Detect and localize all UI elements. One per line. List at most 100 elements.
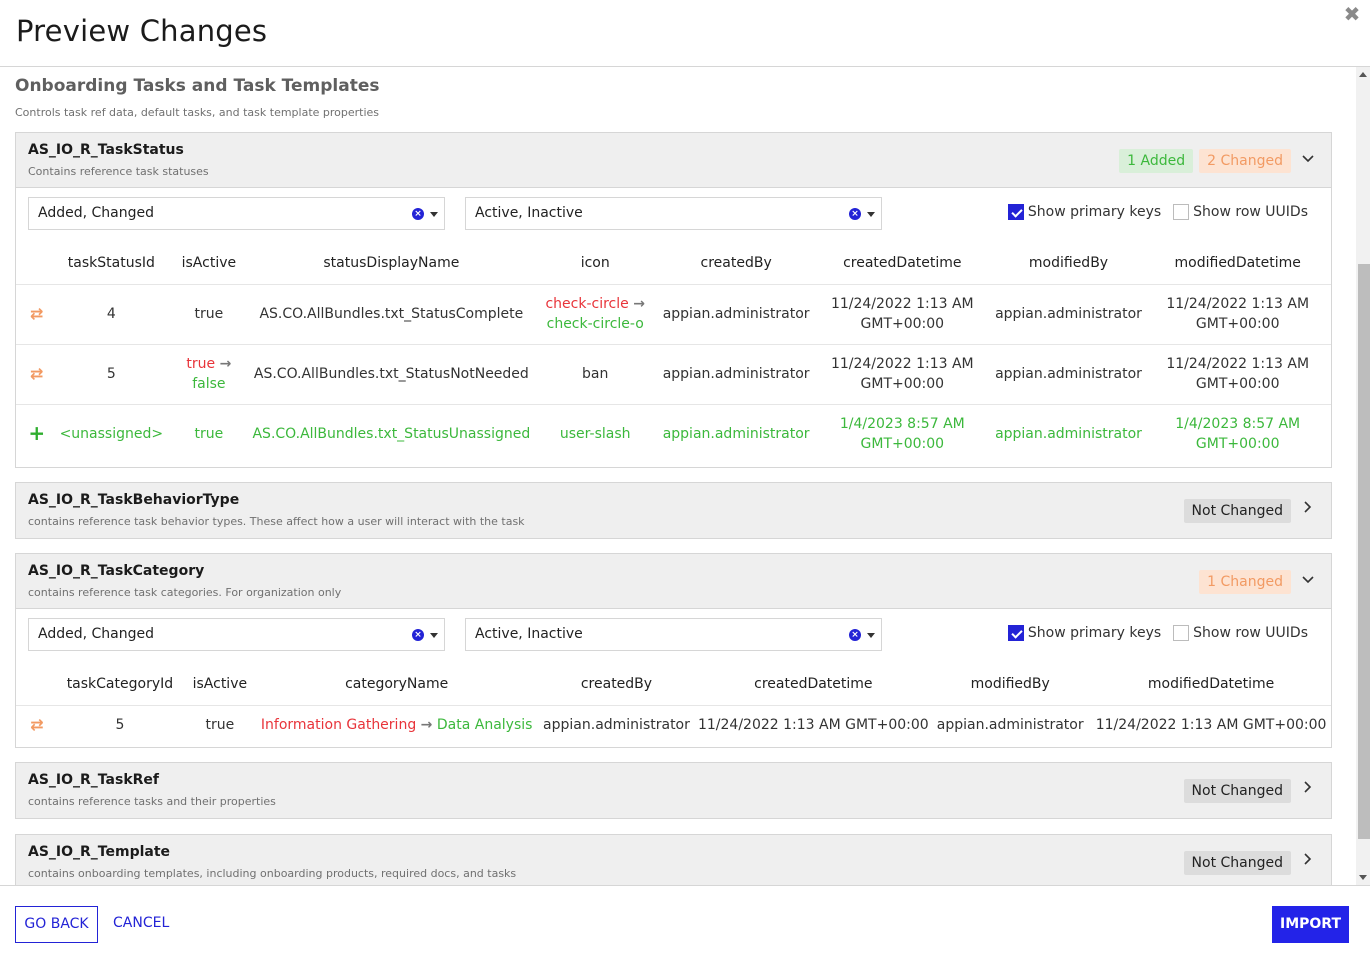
clear-filter-icon[interactable]: × bbox=[412, 208, 424, 220]
preview-changes-dialog: Preview Changes ✖ Onboarding Tasks and T… bbox=[0, 0, 1370, 958]
cell: 1/4/2023 8:57 AM GMT+00:00 bbox=[1144, 404, 1331, 464]
not-changed-badge: Not Changed bbox=[1183, 499, 1291, 523]
chevron-right-icon[interactable] bbox=[1301, 853, 1315, 869]
table-panel-template: AS_IO_R_Template contains onboarding tem… bbox=[15, 834, 1332, 885]
new-value: Data Analysis bbox=[436, 717, 533, 734]
change-type-filter-value: Added, Changed bbox=[38, 205, 154, 221]
changed-row-icon: ⇄ bbox=[30, 714, 44, 734]
chevron-down-icon[interactable] bbox=[1301, 151, 1315, 167]
not-changed-badge: Not Changed bbox=[1183, 851, 1291, 875]
added-count-badge: 1 Added bbox=[1119, 149, 1194, 173]
cancel-button[interactable]: CANCEL bbox=[113, 906, 169, 943]
clear-filter-icon[interactable]: × bbox=[849, 208, 861, 220]
arrow-right-icon: → bbox=[420, 717, 433, 734]
scroll-down-arrow-icon[interactable] bbox=[1359, 875, 1367, 880]
table-row: ⇄ 5 true → false AS.CO.AllBundles.txt_St… bbox=[16, 344, 1331, 405]
show-row-uuids-checkbox[interactable]: Show row UUIDs bbox=[1173, 625, 1308, 641]
panel-title: AS_IO_R_Template bbox=[28, 844, 171, 860]
panel-header[interactable]: AS_IO_R_TaskRef contains reference tasks… bbox=[16, 763, 1331, 818]
import-button[interactable]: IMPORT bbox=[1272, 906, 1349, 943]
datetime: 1/4/2023 8:57 AM bbox=[839, 416, 965, 433]
cell: user-slash bbox=[559, 426, 631, 443]
show-primary-keys-checkbox[interactable]: Show primary keys bbox=[1007, 625, 1162, 641]
timezone: GMT+00:00 bbox=[860, 376, 945, 392]
panel-header[interactable]: AS_IO_R_Template contains onboarding tem… bbox=[16, 835, 1331, 885]
column-header[interactable]: modifiedBy bbox=[992, 242, 1145, 285]
clear-filter-icon[interactable]: × bbox=[849, 629, 861, 641]
active-status-filter-value: Active, Inactive bbox=[475, 626, 583, 642]
scroll-up-arrow-icon[interactable] bbox=[1359, 72, 1367, 77]
change-type-filter-value: Added, Changed bbox=[38, 626, 154, 642]
timezone: GMT+00:00 bbox=[1195, 316, 1280, 332]
cell: AS.CO.AllBundles.txt_StatusUnassigned bbox=[252, 426, 531, 443]
table-row: ⇄ 4 true AS.CO.AllBundles.txt_StatusComp… bbox=[16, 284, 1331, 345]
chevron-right-icon[interactable] bbox=[1301, 501, 1315, 517]
checkbox-unchecked-icon[interactable] bbox=[1173, 204, 1190, 220]
table-panel-taskbehaviortype: AS_IO_R_TaskBehaviorType contains refere… bbox=[15, 482, 1332, 539]
panel-title: AS_IO_R_TaskBehaviorType bbox=[28, 492, 240, 508]
cell: appian.administrator bbox=[660, 344, 813, 405]
cell: 11/24/2022 1:13 AM GMT+00:00 bbox=[697, 717, 929, 734]
column-header[interactable]: icon bbox=[530, 242, 661, 285]
checkbox-checked-icon[interactable] bbox=[1007, 625, 1024, 641]
dialog-title: Preview Changes bbox=[16, 14, 268, 48]
cell: 11/24/2022 1:13 AM GMT+00:00 bbox=[1095, 717, 1327, 734]
taskstatus-table: taskStatusId isActive statusDisplayName … bbox=[16, 242, 1331, 464]
show-primary-keys-checkbox[interactable]: Show primary keys bbox=[1007, 204, 1162, 220]
checkbox-label: Show primary keys bbox=[1027, 204, 1162, 220]
active-status-filter[interactable]: Active, Inactive × bbox=[465, 618, 882, 651]
column-header[interactable]: modifiedDatetime bbox=[1144, 242, 1331, 285]
old-value: check-circle bbox=[545, 296, 629, 312]
datetime: 11/24/2022 1:13 AM bbox=[830, 356, 974, 372]
column-header[interactable]: createdDatetime bbox=[812, 242, 993, 285]
column-header[interactable]: modifiedDatetime bbox=[1091, 663, 1331, 706]
show-row-uuids-checkbox[interactable]: Show row UUIDs bbox=[1173, 204, 1308, 220]
panel-description: contains reference task categories. For … bbox=[28, 586, 342, 599]
panel-description: contains onboarding templates, including… bbox=[28, 867, 517, 880]
column-header-change bbox=[16, 242, 58, 285]
cell: appian.administrator bbox=[662, 426, 810, 443]
cell: appian.administrator bbox=[995, 426, 1142, 443]
panel-header[interactable]: AS_IO_R_TaskBehaviorType contains refere… bbox=[16, 483, 1331, 538]
panel-header[interactable]: AS_IO_R_TaskCategory contains reference … bbox=[16, 554, 1331, 609]
changed-count-badge: 1 Changed bbox=[1199, 570, 1291, 594]
active-status-filter[interactable]: Active, Inactive × bbox=[465, 197, 882, 230]
table-row: + <unassigned> true AS.CO.AllBundles.txt… bbox=[16, 404, 1331, 464]
change-type-filter[interactable]: Added, Changed × bbox=[28, 197, 445, 230]
column-header[interactable]: isActive bbox=[181, 663, 258, 706]
column-header[interactable]: isActive bbox=[165, 242, 253, 285]
table-header-row: taskStatusId isActive statusDisplayName … bbox=[16, 242, 1331, 285]
checkbox-checked-icon[interactable] bbox=[1007, 204, 1024, 220]
column-header[interactable]: modifiedBy bbox=[929, 663, 1092, 706]
column-header[interactable]: categoryName bbox=[257, 663, 536, 706]
column-header[interactable]: createdBy bbox=[535, 663, 698, 706]
cell: appian.administrator bbox=[543, 717, 690, 734]
section-description: Controls task ref data, default tasks, a… bbox=[15, 106, 380, 119]
column-header[interactable]: createdBy bbox=[660, 242, 813, 285]
column-header[interactable]: createdDatetime bbox=[697, 663, 930, 706]
close-icon[interactable]: ✖ bbox=[1342, 4, 1362, 24]
vertical-scrollbar[interactable] bbox=[1356, 67, 1370, 885]
dialog-footer: GO BACK CANCEL IMPORT bbox=[0, 885, 1370, 958]
column-header[interactable]: statusDisplayName bbox=[252, 242, 531, 285]
chevron-down-icon[interactable] bbox=[1301, 572, 1315, 588]
scrollbar-thumb[interactable] bbox=[1358, 264, 1370, 839]
table-row: ⇄ 5 true Information Gathering → Data An… bbox=[16, 705, 1331, 745]
column-header[interactable]: taskStatusId bbox=[57, 242, 166, 285]
cell: 11/24/2022 1:13 AM GMT+00:00 bbox=[1144, 284, 1331, 345]
chevron-right-icon[interactable] bbox=[1301, 781, 1315, 797]
go-back-button[interactable]: GO BACK bbox=[15, 906, 98, 943]
dropdown-caret-icon bbox=[867, 633, 875, 638]
checkbox-unchecked-icon[interactable] bbox=[1173, 625, 1190, 641]
column-header[interactable]: taskCategoryId bbox=[57, 663, 182, 706]
section-title: Onboarding Tasks and Task Templates bbox=[15, 76, 380, 96]
checkbox-label: Show row UUIDs bbox=[1193, 625, 1308, 641]
change-type-filter[interactable]: Added, Changed × bbox=[28, 618, 445, 651]
panel-header[interactable]: AS_IO_R_TaskStatus Contains reference ta… bbox=[16, 133, 1331, 188]
checkbox-label: Show primary keys bbox=[1027, 625, 1162, 641]
checkbox-label: Show row UUIDs bbox=[1193, 204, 1308, 220]
datetime: 1/4/2023 8:57 AM bbox=[1175, 416, 1301, 433]
changed-row-icon: ⇄ bbox=[29, 363, 44, 383]
clear-filter-icon[interactable]: × bbox=[412, 629, 424, 641]
not-changed-badge: Not Changed bbox=[1183, 779, 1291, 803]
